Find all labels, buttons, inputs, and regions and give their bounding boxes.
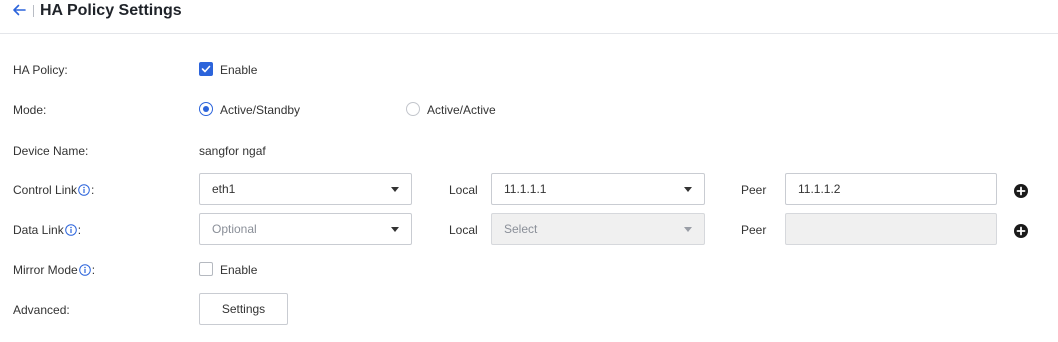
- mirror-mode-label-suffix: :: [91, 263, 96, 277]
- mirror-mode-enable-checkbox[interactable]: [199, 262, 213, 276]
- control-link-label-suffix: :: [91, 183, 95, 197]
- advanced-settings-button[interactable]: Settings: [199, 293, 288, 325]
- data-link-label-text: Data Link: [13, 223, 64, 237]
- plus-circle-icon[interactable]: [1014, 224, 1028, 238]
- mirror-mode-label-text: Mirror Mode: [13, 263, 78, 277]
- caret-down-icon: [684, 227, 692, 232]
- mode-active-active-label: Active/Active: [427, 103, 496, 117]
- control-link-label: Control Link:: [13, 183, 94, 197]
- caret-down-icon: [391, 187, 399, 192]
- page-title: HA Policy Settings: [40, 2, 182, 19]
- control-link-local-label: Local: [449, 183, 478, 197]
- checkmark-icon: [201, 65, 211, 73]
- info-circle-icon[interactable]: [78, 184, 90, 196]
- mode-active-standby-radio[interactable]: [199, 102, 213, 116]
- plus-circle-icon[interactable]: [1014, 184, 1028, 198]
- device-name-label: Device Name:: [13, 144, 89, 158]
- mode-active-active-radio[interactable]: [406, 102, 420, 116]
- control-link-local-value: 11.1.1.1: [504, 182, 547, 196]
- caret-down-icon: [684, 187, 692, 192]
- data-link-peer-field: [785, 213, 997, 245]
- control-link-peer-label: Peer: [741, 183, 767, 197]
- ha-policy-enable-checkbox[interactable]: [199, 62, 213, 76]
- control-link-interface-select[interactable]: eth1: [199, 173, 412, 205]
- data-link-interface-placeholder: Optional: [212, 222, 257, 236]
- device-name-value: sangfor ngaf: [199, 144, 266, 158]
- mode-label: Mode:: [13, 103, 47, 117]
- advanced-label: Advanced:: [13, 303, 70, 317]
- control-link-label-text: Control Link: [13, 183, 78, 197]
- data-link-label: Data Link:: [13, 223, 81, 237]
- mirror-mode-enable-label: Enable: [220, 263, 258, 277]
- data-link-local-label: Local: [449, 223, 478, 237]
- caret-down-icon: [391, 227, 399, 232]
- ha-policy-enable-label: Enable: [220, 63, 258, 77]
- page-header: HA Policy Settings: [0, 0, 1058, 34]
- control-link-peer-field[interactable]: [785, 173, 997, 205]
- data-link-label-suffix: :: [77, 223, 82, 237]
- data-link-interface-select[interactable]: Optional: [199, 213, 412, 245]
- control-link-local-select[interactable]: 11.1.1.1: [491, 173, 705, 205]
- header-divider: [33, 5, 34, 17]
- info-circle-icon[interactable]: [78, 264, 91, 276]
- data-link-peer-input: [786, 214, 996, 244]
- control-link-interface-value: eth1: [212, 182, 236, 196]
- mirror-mode-label: Mirror Mode:: [13, 263, 95, 277]
- arrow-left-icon[interactable]: [11, 2, 27, 18]
- mode-active-standby-label: Active/Standby: [220, 103, 301, 117]
- data-link-peer-label: Peer: [741, 223, 767, 237]
- data-link-local-placeholder: Select: [504, 222, 538, 236]
- ha-policy-label: HA Policy:: [13, 63, 68, 77]
- info-circle-icon[interactable]: [64, 224, 77, 236]
- control-link-peer-input[interactable]: [786, 174, 996, 204]
- data-link-local-select: Select: [491, 213, 705, 245]
